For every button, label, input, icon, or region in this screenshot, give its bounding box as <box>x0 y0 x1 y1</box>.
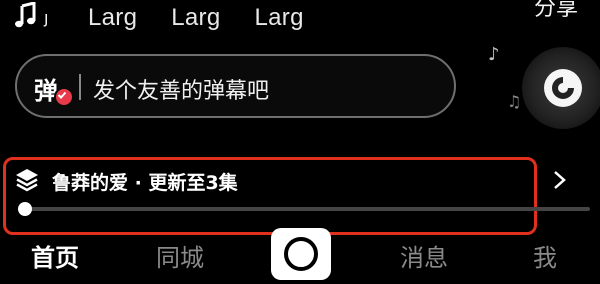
music-title-marquee[interactable]: Larg Larg Larg <box>88 4 304 32</box>
danmaku-placeholder: 发个友善的弹幕吧 <box>93 79 270 104</box>
music-disc[interactable] <box>522 47 600 129</box>
music-label: Larg <box>254 4 304 31</box>
music-marquee-fragment: ȷ <box>44 8 49 27</box>
stack-layers-icon <box>14 167 40 193</box>
bottom-nav: 首页 同城 消息 我 <box>0 226 600 284</box>
share-button[interactable]: 分享 <box>534 0 578 22</box>
progress-track[interactable] <box>18 202 590 216</box>
progress-knob[interactable] <box>18 202 32 216</box>
floating-note-icon: ♫ <box>507 92 522 111</box>
series-bar[interactable]: 鲁莽的爱 · 更新至3集 <box>0 157 600 235</box>
series-title: 鲁莽的爱 · 更新至3集 <box>52 172 238 194</box>
checkmark-badge-icon <box>54 87 74 107</box>
create-ring <box>284 237 318 271</box>
music-label: Larg <box>171 4 221 31</box>
top-bar: ȷ Larg Larg Larg 分享 <box>0 0 600 38</box>
disc-center <box>544 69 582 107</box>
floating-note-icon: ♪ <box>488 44 500 65</box>
nav-city[interactable]: 同城 <box>156 238 204 273</box>
music-note-icon[interactable]: ȷ <box>14 1 49 32</box>
nav-me[interactable]: 我 <box>533 238 557 273</box>
chevron-right-icon[interactable] <box>549 164 571 196</box>
danmaku-toggle-icon[interactable]: 弹 <box>32 67 74 107</box>
danmaku-input[interactable]: 弹 发个友善的弹幕吧 <box>15 54 456 118</box>
nav-messages[interactable]: 消息 <box>400 238 448 273</box>
divider <box>79 74 81 100</box>
music-label: Larg <box>88 4 138 31</box>
nav-home[interactable]: 首页 <box>31 238 79 273</box>
create-button-icon[interactable] <box>271 228 331 280</box>
